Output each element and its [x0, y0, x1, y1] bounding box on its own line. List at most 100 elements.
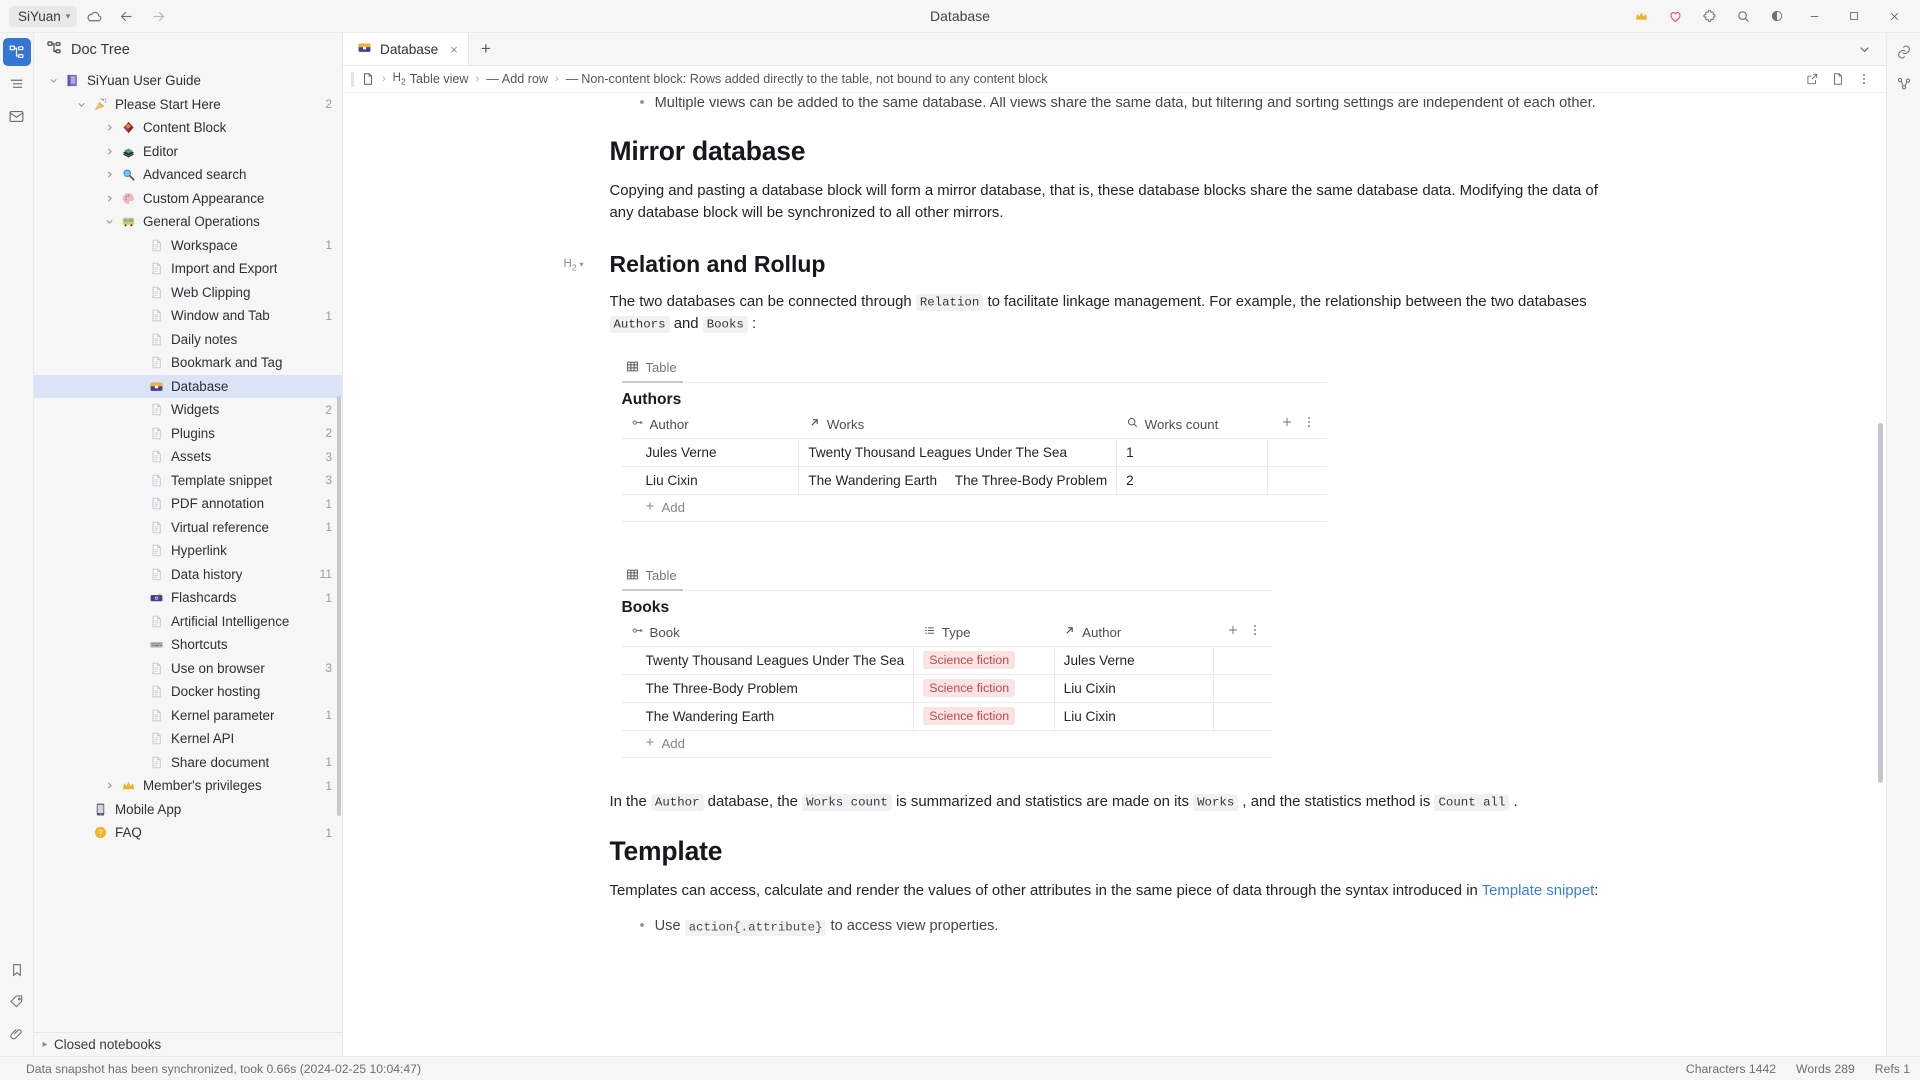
dock-item-doc-tree[interactable]	[2, 38, 31, 66]
close-icon[interactable]: ×	[450, 42, 458, 57]
doc-tree-item-docker-hosting[interactable]: Docker hosting	[34, 680, 342, 704]
doc-tree-item-widgets[interactable]: Widgets 2	[34, 398, 342, 422]
link-template-snippet[interactable]: Template snippet	[1482, 883, 1595, 899]
table-row[interactable]: Jules Verne Twenty Thousand Leagues Unde…	[621, 438, 1327, 467]
doc-tree-item-daily-notes[interactable]: Daily notes	[34, 328, 342, 352]
doc-tree-item-content-block[interactable]: Content Block	[34, 116, 342, 140]
relation-chip[interactable]: The Wandering Earth	[808, 473, 937, 488]
doc-tree-item-database[interactable]: Database	[34, 374, 342, 398]
export-icon[interactable]	[1800, 68, 1824, 90]
table-row[interactable]: The Three-Body Problem Science fiction L…	[621, 674, 1272, 703]
doc-tree-item-siyuan-user-guide[interactable]: SiYuan User Guide	[34, 69, 342, 93]
table-row[interactable]: Twenty Thousand Leagues Under The Sea Sc…	[621, 646, 1272, 675]
breadcrumb-doc-icon[interactable]	[361, 72, 375, 86]
doc-tree-item-advanced-search[interactable]: Advanced search	[34, 163, 342, 187]
doc-tree-item-workspace[interactable]: Workspace 1	[34, 234, 342, 258]
add-column-icon[interactable]	[1226, 623, 1240, 642]
new-tab-button[interactable]: +	[469, 33, 503, 65]
cell-works-count[interactable]: 2	[1116, 466, 1269, 495]
doc-tree-item-window-and-tab[interactable]: Window and Tab 1	[34, 304, 342, 328]
chevron-down-icon[interactable]	[44, 75, 62, 86]
doc-tree-item-kernel-parameter[interactable]: Kernel parameter 1	[34, 704, 342, 728]
column-header-book[interactable]: Book	[621, 618, 914, 647]
add-column-icon[interactable]	[1280, 415, 1294, 434]
doc-tree-item-custom-appearance[interactable]: Custom Appearance	[34, 187, 342, 211]
doc-tree-item-member-s-privileges[interactable]: Member's privileges 1	[34, 774, 342, 798]
breadcrumb-item-add-row[interactable]: — Add row	[486, 72, 548, 86]
back-arrow-icon[interactable]	[111, 3, 141, 29]
doc-tree-item-artificial-intelligence[interactable]: Artificial Intelligence	[34, 610, 342, 634]
column-header-works[interactable]: Works	[798, 410, 1117, 439]
cell-author[interactable]: Liu Cixin	[1054, 702, 1215, 731]
doc-tree-item-shortcuts[interactable]: Shortcuts	[34, 633, 342, 657]
cell-works[interactable]: Twenty Thousand Leagues Under The Sea	[798, 438, 1118, 467]
theme-icon[interactable]	[1760, 1, 1794, 31]
cell-type[interactable]: Science fiction	[913, 702, 1055, 731]
database-title-authors[interactable]: Authors	[622, 391, 1327, 409]
doc-tree-item-kernel-api[interactable]: Kernel API	[34, 727, 342, 751]
dock-item-graph[interactable]	[1890, 70, 1918, 98]
puzzle-icon[interactable]	[1692, 1, 1726, 31]
chevron-right-icon[interactable]	[100, 780, 118, 791]
column-header-works-count[interactable]: Works count	[1116, 410, 1268, 439]
doc-tree-item-web-clipping[interactable]: Web Clipping	[34, 281, 342, 305]
database-block-books[interactable]: Table Books Book Type Author Twenty Thou…	[621, 565, 1272, 758]
doc-tree-item-assets[interactable]: Assets 3	[34, 445, 342, 469]
dock-item-backlinks[interactable]	[1890, 38, 1918, 66]
breadcrumb-item-table-view[interactable]: H2 Table view	[393, 72, 469, 86]
doc-tree-list[interactable]: SiYuan User Guide Please Start Here 2 Conte…	[34, 66, 342, 1032]
closed-notebooks-section[interactable]: ▸ Closed notebooks	[34, 1032, 342, 1056]
cloud-icon[interactable]	[79, 3, 109, 29]
column-header-type[interactable]: Type	[913, 618, 1055, 647]
cell-works-count[interactable]: 1	[1116, 438, 1269, 467]
doc-tree-item-general-operations[interactable]: General Operations	[34, 210, 342, 234]
database-block-authors[interactable]: Table Authors Author Works Works count J…	[621, 357, 1327, 522]
chevron-right-icon[interactable]	[100, 122, 118, 133]
add-row-button-authors[interactable]: Add	[621, 495, 1327, 522]
chevron-right-icon[interactable]	[100, 193, 118, 204]
more-icon[interactable]	[1248, 623, 1262, 642]
forward-arrow-icon[interactable]	[143, 3, 173, 29]
add-row-button-books[interactable]: Add	[621, 731, 1272, 758]
relation-chip[interactable]: Twenty Thousand Leagues Under The Sea	[808, 445, 1067, 460]
editor-content[interactable]: • Multiple views can be added to the same…	[343, 93, 1886, 1056]
dock-item-outline[interactable]	[3, 70, 31, 98]
doc-tree-item-flashcards[interactable]: Flashcards 1	[34, 586, 342, 610]
chevron-right-icon[interactable]	[100, 146, 118, 157]
database-view-tab-table[interactable]: Table	[621, 568, 683, 591]
chevron-down-icon[interactable]	[100, 216, 118, 227]
more-icon[interactable]	[1302, 415, 1316, 434]
table-row[interactable]: Liu Cixin The Wandering Earth The Three-…	[621, 466, 1327, 495]
doc-tree-item-pdf-annotation[interactable]: PDF annotation 1	[34, 492, 342, 516]
dock-item-inbox[interactable]	[3, 102, 31, 130]
relation-chip[interactable]: The Three-Body Problem	[955, 473, 1107, 488]
dock-item-attachments[interactable]	[3, 1020, 31, 1048]
table-row[interactable]: The Wandering Earth Science fiction Liu …	[621, 702, 1272, 731]
cell-book[interactable]: Twenty Thousand Leagues Under The Sea	[621, 646, 915, 675]
cell-type[interactable]: Science fiction	[913, 674, 1055, 703]
doc-tree-item-plugins[interactable]: Plugins 2	[34, 422, 342, 446]
cell-author[interactable]: Jules Verne	[1054, 646, 1215, 675]
tab-database[interactable]: Database ×	[343, 33, 469, 65]
cell-book[interactable]: The Wandering Earth	[621, 702, 915, 731]
chevron-down-icon[interactable]	[1850, 35, 1878, 63]
cell-author[interactable]: Jules Verne	[621, 438, 800, 467]
doc-tree-item-data-history[interactable]: Data history 11	[34, 563, 342, 587]
chevron-right-icon[interactable]	[100, 169, 118, 180]
doc-tree-item-faq[interactable]: ? FAQ 1	[34, 821, 342, 845]
dock-item-bookmark[interactable]	[3, 956, 31, 984]
file-icon[interactable]	[1826, 68, 1850, 90]
close-button[interactable]	[1874, 0, 1914, 33]
more-icon[interactable]	[1852, 68, 1876, 90]
chevron-down-icon[interactable]	[72, 99, 90, 110]
cell-book[interactable]: The Three-Body Problem	[621, 674, 915, 703]
cell-author[interactable]: Liu Cixin	[1054, 674, 1215, 703]
minimize-button[interactable]	[1794, 0, 1834, 33]
doc-tree-item-import-and-export[interactable]: Import and Export	[34, 257, 342, 281]
editor-scroll-container[interactable]: • Multiple views can be added to the same…	[343, 93, 1886, 1056]
column-header-author[interactable]: Author	[1054, 618, 1214, 647]
closed-notebooks-row[interactable]: ▸ Closed notebooks	[34, 1033, 342, 1056]
search-icon[interactable]	[1726, 1, 1760, 31]
workspace-selector[interactable]: SiYuan ▾	[9, 5, 78, 27]
doc-tree-item-editor[interactable]: Editor	[34, 140, 342, 164]
